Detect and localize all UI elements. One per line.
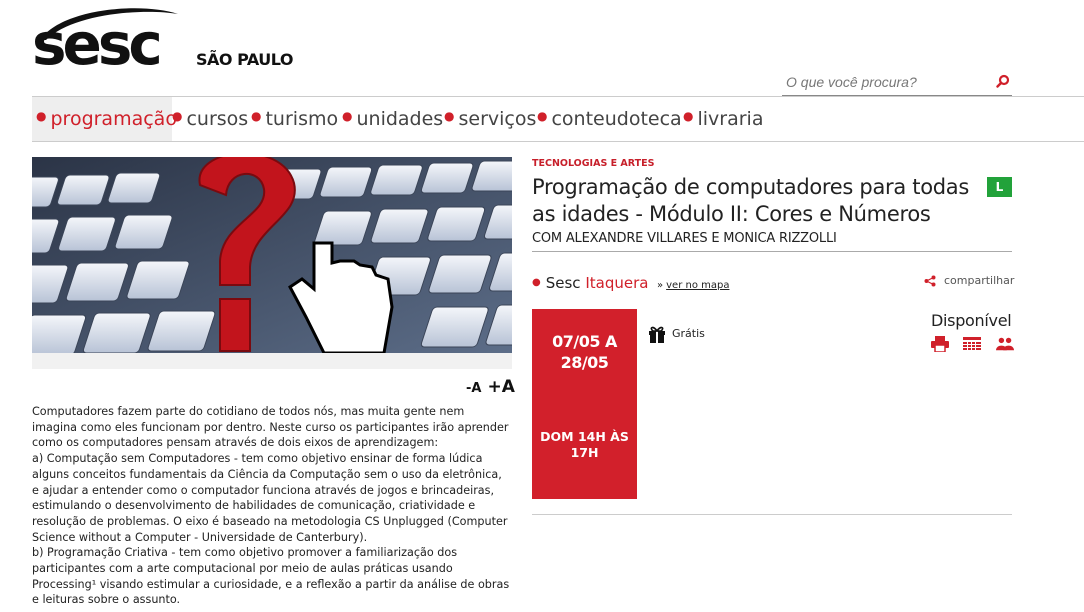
nav-bullet: ●	[342, 109, 353, 123]
event-unit[interactable]: ● Sesc Itaquera	[532, 274, 648, 292]
description-paragraph: b) Programação Criativa - tem como objet…	[32, 546, 510, 607]
nav-bullet: ●	[172, 109, 183, 123]
unit-bullet: ●	[532, 277, 541, 288]
unit-prefix: Sesc	[545, 274, 581, 292]
logo-wordmark: sesc	[32, 10, 163, 78]
nav-item-servicos[interactable]: ● serviços	[444, 97, 536, 141]
divider	[532, 514, 1012, 515]
nav-label: programação	[50, 108, 177, 130]
calendar-icon[interactable]	[963, 336, 982, 352]
nav-item-unidades[interactable]: ● unidades	[342, 97, 443, 141]
share-label: compartilhar	[944, 274, 1015, 287]
sesc-logo[interactable]: sesc	[32, 2, 182, 74]
map-link-label: ver no mapa	[666, 280, 730, 291]
map-link[interactable]: » ver no mapa	[657, 280, 729, 291]
font-increase-button[interactable]: +A	[487, 377, 514, 397]
people-icon[interactable]	[995, 336, 1014, 352]
nav-item-cursos[interactable]: ● cursos	[172, 97, 248, 141]
nav-bullet: ●	[251, 109, 262, 123]
nav-label: serviços	[458, 108, 537, 130]
event-subtitle: COM ALEXANDRE VILLARES E MONICA RIZZOLLI	[532, 231, 837, 246]
search-bar	[782, 70, 1012, 96]
nav-item-turismo[interactable]: ● turismo	[251, 97, 338, 141]
event-category[interactable]: TECNOLOGIAS E ARTES	[532, 158, 654, 169]
event-image	[32, 157, 512, 353]
age-rating-badge: L	[987, 177, 1012, 197]
nav-item-livraria[interactable]: ● livraria	[683, 97, 763, 141]
availability-status: Disponível	[931, 311, 1012, 330]
nav-bullet: ●	[36, 109, 47, 123]
search-icon[interactable]	[996, 74, 1010, 88]
nav-item-conteudoteca[interactable]: ● conteudoteca	[537, 97, 682, 141]
gift-icon	[649, 326, 665, 343]
search-input[interactable]	[786, 72, 986, 92]
chevron-right-icon: »	[657, 280, 664, 291]
font-decrease-button[interactable]: -A	[466, 381, 481, 396]
event-description: Computadores fazem parte do cotidiano de…	[32, 404, 512, 608]
description-paragraph: Computadores fazem parte do cotidiano de…	[32, 405, 509, 450]
divider	[532, 251, 1012, 252]
schedule-time: DOM 14H ÀS 17H	[540, 429, 629, 460]
font-size-controls: -A +A	[466, 377, 515, 397]
share-icon	[924, 275, 936, 287]
event-actions	[931, 336, 1024, 354]
nav-bullet: ●	[444, 109, 455, 123]
price-label: Grátis	[672, 327, 705, 340]
print-icon[interactable]	[931, 336, 949, 352]
nav-bullet: ●	[683, 109, 694, 123]
nav-bullet: ●	[537, 109, 548, 123]
unit-name: Itaquera	[585, 274, 649, 292]
date-range: 07/05 A 28/05	[552, 332, 617, 372]
nav-label: conteudoteca	[551, 108, 682, 130]
event-title: Programação de computadores para todas a…	[532, 175, 970, 226]
price-info: Grátis	[648, 325, 705, 343]
image-caption-strip	[32, 353, 512, 369]
keyboard-question-illustration	[32, 157, 512, 353]
nav-label: livraria	[697, 108, 764, 130]
nav-label: turismo	[265, 108, 339, 130]
nav-label: unidades	[356, 108, 444, 130]
description-paragraph: a) Computação sem Computadores - tem com…	[32, 452, 508, 544]
date-box: 07/05 A 28/05 DOM 14H ÀS 17H	[532, 309, 637, 499]
nav-label: cursos	[186, 108, 249, 130]
main-nav: ● programação ● cursos ● turismo ● unidades …	[32, 96, 1084, 142]
nav-item-programacao[interactable]: ● programação	[32, 97, 177, 141]
city-label: SÃO PAULO	[196, 50, 293, 69]
share-button[interactable]: compartilhar	[924, 274, 1014, 287]
